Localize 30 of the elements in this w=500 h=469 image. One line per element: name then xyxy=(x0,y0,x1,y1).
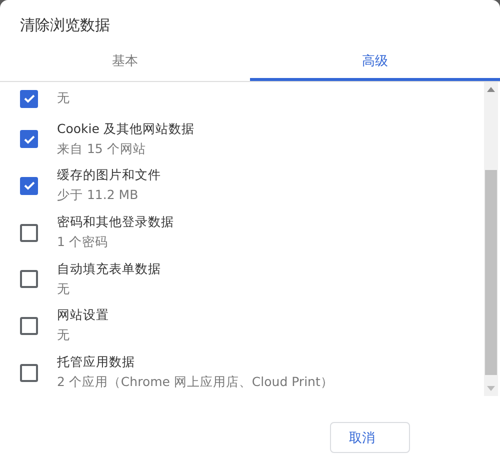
checkbox[interactable] xyxy=(20,270,38,288)
checkmark-icon xyxy=(24,181,34,190)
checkbox[interactable] xyxy=(20,130,38,148)
item-label: 托管应用数据 xyxy=(57,354,136,372)
cancel-button[interactable]: 取消 xyxy=(330,422,410,453)
checkbox[interactable] xyxy=(20,364,38,382)
scroll-up-icon[interactable] xyxy=(487,87,495,92)
scrollbar[interactable] xyxy=(484,82,498,396)
scrollbar-thumb[interactable] xyxy=(485,170,497,375)
item-label: Cookie 及其他网站数据 xyxy=(57,120,194,138)
item-detail: 无 xyxy=(57,90,70,108)
item-detail: 1 个密码 xyxy=(57,234,109,252)
item-detail: 无 xyxy=(57,280,71,298)
item-label: 缓存的图片和文件 xyxy=(57,167,161,184)
item-label: 网站设置 xyxy=(57,307,109,324)
item-detail: 少于 11.2 MB xyxy=(57,187,140,204)
tab[interactable]: 基本 xyxy=(0,44,250,81)
checkbox[interactable] xyxy=(20,316,38,335)
checkmark-icon xyxy=(24,134,34,144)
item-detail: 无 xyxy=(57,327,71,344)
checkbox[interactable] xyxy=(20,224,38,242)
item-detail: 来自 15 个网站 xyxy=(57,140,147,158)
item-detail: 2 个应用（Chrome 网上应用店、Cloud Print） xyxy=(57,374,334,392)
item-label: 密码和其他登录数据 xyxy=(57,214,174,232)
tab[interactable]: 高级 xyxy=(250,44,500,81)
checkbox[interactable] xyxy=(20,90,38,108)
checkmark-icon xyxy=(24,94,34,104)
item-label: 自动填充表单数据 xyxy=(57,260,161,278)
checkbox[interactable] xyxy=(20,176,38,195)
dialog-title: 清除浏览数据 xyxy=(19,15,111,36)
